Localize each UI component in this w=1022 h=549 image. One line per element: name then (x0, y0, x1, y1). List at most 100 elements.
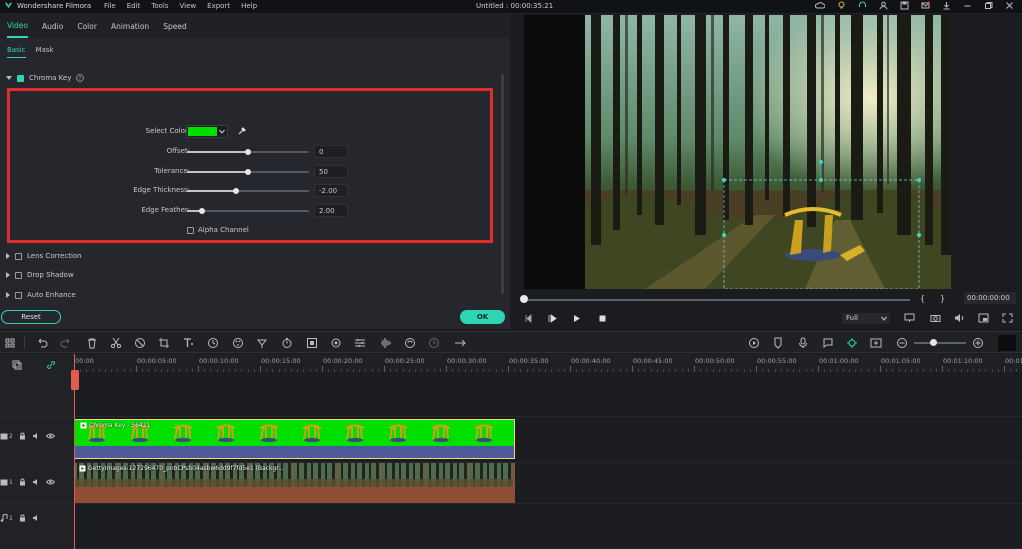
slider-knob[interactable] (198, 208, 205, 214)
auto-enhance-section[interactable]: Auto Enhance (6, 291, 76, 299)
voiceover-icon[interactable] (822, 337, 834, 349)
audio-mixer-icon[interactable] (256, 337, 268, 349)
undo-icon[interactable] (36, 337, 48, 349)
edge-thickness-value[interactable]: -2.00 (314, 184, 348, 197)
tab-audio[interactable]: Audio (42, 16, 63, 37)
edge-thickness-slider[interactable] (187, 188, 309, 194)
tolerance-slider[interactable] (187, 169, 309, 175)
eyedropper-icon[interactable] (237, 126, 247, 136)
chroma-key-header[interactable]: Chroma Key ? (6, 74, 85, 82)
fullscreen-icon[interactable] (1002, 313, 1013, 323)
volume-icon[interactable] (954, 313, 965, 323)
previous-frame-icon[interactable] (524, 314, 533, 323)
menu-export[interactable]: Export (207, 2, 230, 10)
mark-in-icon[interactable]: { (920, 294, 925, 303)
progress-knob[interactable] (520, 295, 528, 303)
edge-feather-slider[interactable] (187, 208, 309, 214)
menu-tools[interactable]: Tools (151, 2, 168, 10)
delete-icon[interactable] (86, 337, 98, 349)
tab-animation[interactable]: Animation (111, 16, 149, 37)
subtab-basic[interactable]: Basic (7, 43, 26, 58)
microphone-icon[interactable] (797, 337, 809, 349)
drop-shadow-section[interactable]: Drop Shadow (6, 271, 74, 279)
cloud-icon[interactable] (815, 1, 825, 10)
edge-feather-value[interactable]: 2.00 (314, 204, 348, 217)
mark-out-icon[interactable]: } (940, 294, 945, 303)
forest-video-frame[interactable] (524, 15, 951, 289)
playhead-handle[interactable] (71, 370, 79, 390)
split-screen-icon[interactable] (870, 337, 882, 349)
tab-color[interactable]: Color (77, 16, 97, 37)
alpha-channel-option[interactable]: Alpha Channel (187, 226, 249, 234)
speed-icon[interactable] (207, 337, 219, 349)
headset-icon[interactable] (858, 1, 867, 10)
offset-value[interactable]: 0 (314, 145, 348, 158)
zoom-slider[interactable] (914, 342, 966, 344)
snap-icon[interactable] (846, 337, 858, 349)
display-icon[interactable] (904, 313, 915, 323)
motion-tracking-icon[interactable] (330, 337, 342, 349)
save-icon[interactable] (900, 1, 909, 10)
slider-knob[interactable] (245, 149, 251, 155)
render-preview-icon[interactable] (748, 337, 760, 349)
tolerance-value[interactable]: 50 (314, 165, 348, 178)
layout-icon[interactable] (4, 337, 16, 349)
restore-icon[interactable] (984, 1, 993, 10)
menu-edit[interactable]: Edit (127, 2, 141, 10)
quality-dropdown[interactable]: Full (842, 313, 890, 324)
account-icon[interactable] (879, 1, 888, 10)
background-clip[interactable]: GettyImages-127296470_pnbCPsb04asbw6dd9f… (74, 463, 515, 503)
slider-knob[interactable] (245, 169, 251, 175)
progress-track[interactable] (522, 299, 910, 301)
menu-file[interactable]: File (104, 2, 116, 10)
stop-icon[interactable] (598, 314, 607, 323)
minimize-icon[interactable] (963, 1, 972, 10)
duration-icon[interactable] (281, 337, 293, 349)
subtab-mask[interactable]: Mask (36, 43, 54, 57)
snapshot-icon[interactable] (930, 313, 941, 323)
chroma-key-checkbox[interactable] (17, 74, 24, 82)
offset-slider[interactable] (187, 149, 309, 155)
ok-button[interactable]: OK (460, 310, 505, 324)
cut-icon[interactable] (110, 337, 122, 349)
fit-icon[interactable] (306, 337, 318, 349)
play-reverse-icon[interactable] (548, 314, 557, 323)
expand-arrow-icon[interactable] (6, 253, 10, 259)
auto-enhance-checkbox[interactable] (15, 291, 22, 299)
slider-knob[interactable] (232, 188, 239, 194)
auto-reframe-icon[interactable] (428, 337, 440, 349)
lens-correction-section[interactable]: Lens Correction (6, 252, 82, 260)
bulb-icon[interactable] (837, 1, 846, 10)
crop-icon[interactable] (158, 337, 170, 349)
zoom-out-icon[interactable] (896, 337, 908, 349)
close-icon[interactable] (1005, 1, 1014, 10)
help-icon[interactable]: ? (76, 74, 85, 82)
disable-icon[interactable] (134, 337, 146, 349)
zoom-in-icon[interactable] (972, 337, 984, 349)
menu-help[interactable]: Help (241, 2, 257, 10)
more-tools-icon[interactable] (454, 337, 466, 349)
link-icon[interactable] (46, 360, 56, 370)
stabilize-icon[interactable] (404, 337, 416, 349)
pip-icon[interactable] (978, 313, 989, 323)
lens-correction-checkbox[interactable] (15, 252, 22, 260)
timeline-ruler[interactable]: 00:00 00:00:05:00 00:00:10:00 00:00:15:00 00… (74, 354, 1022, 372)
collapse-arrow-icon[interactable] (6, 76, 12, 80)
alpha-channel-checkbox[interactable] (187, 226, 194, 234)
tab-video[interactable]: Video (7, 15, 29, 38)
audio-wave-icon[interactable] (380, 337, 392, 349)
color-picker-dropdown[interactable] (186, 125, 228, 138)
adjust-icon[interactable] (354, 337, 366, 349)
add-track-icon[interactable] (12, 360, 22, 370)
chroma-key-clip[interactable]: Chroma Key - 56421 (74, 419, 515, 459)
marker-icon[interactable] (772, 337, 784, 349)
text-icon[interactable] (182, 337, 194, 349)
menu-view[interactable]: View (180, 2, 197, 10)
color-icon[interactable] (232, 337, 244, 349)
download-icon[interactable] (942, 1, 951, 10)
expand-arrow-icon[interactable] (6, 272, 10, 278)
mail-icon[interactable] (921, 1, 930, 10)
drop-shadow-checkbox[interactable] (15, 271, 22, 279)
play-icon[interactable] (572, 314, 581, 323)
zoom-slider-knob[interactable] (930, 339, 937, 346)
